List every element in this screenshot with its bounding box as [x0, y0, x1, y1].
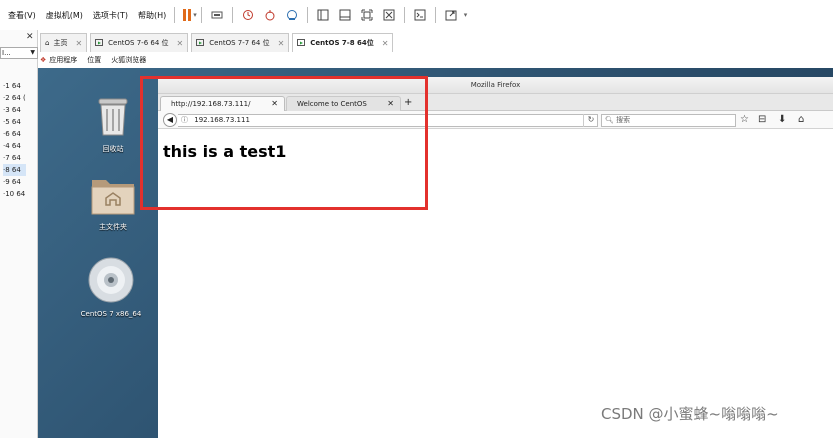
highlight-box: [140, 76, 428, 210]
vm-icon: [95, 38, 104, 46]
menu-applications[interactable]: 应用程序: [49, 55, 77, 65]
close-icon[interactable]: ✕: [177, 39, 184, 48]
disc-label: CentOS 7 x86_64: [80, 310, 142, 318]
chevron-down-icon[interactable]: ▾: [193, 11, 197, 19]
search-input[interactable]: 🔍︎ 搜索: [601, 114, 736, 127]
reload-button[interactable]: ↻: [583, 114, 598, 127]
gnome-top-menu: ❖ 应用程序 位置 火狐浏览器: [40, 53, 156, 67]
gnome-foot-icon: ❖: [40, 56, 47, 64]
toolbar-separator: [434, 7, 436, 23]
menu-firefox[interactable]: 火狐浏览器: [111, 55, 146, 65]
vm-icon: [196, 38, 205, 46]
home-folder-label: 主文件夹: [99, 223, 127, 231]
library-panel: ✕ I... ▼ ·1 64 ·2 64 ( ·3 64 ·5 64 ·6 64…: [0, 30, 38, 438]
tab-label: CentOS 7-8 64位: [310, 39, 374, 47]
toolbar-separator: [174, 7, 176, 23]
home-icon: ⌂: [45, 39, 50, 47]
send-keys-icon[interactable]: [211, 9, 223, 21]
chevron-down-icon[interactable]: ▾: [464, 11, 468, 19]
chevron-down-icon[interactable]: ▼: [30, 48, 35, 58]
snapshot-icon[interactable]: [242, 9, 254, 21]
list-item[interactable]: ·3 64: [3, 104, 26, 116]
trash-icon: [98, 98, 128, 136]
library-search-input[interactable]: I... ▼: [0, 47, 38, 59]
folder-icon: [91, 180, 135, 215]
bookmark-star-icon[interactable]: ☆: [740, 113, 749, 127]
vm-tab-bar: ⌂ 主页 ✕ CentOS 7-6 64 位 ✕ CentOS 7-7 64 位…: [40, 33, 396, 52]
library-search-value: I...: [2, 49, 11, 57]
close-icon[interactable]: ✕: [382, 39, 389, 48]
snapshot-manager-icon[interactable]: [286, 9, 298, 21]
tab-centos-7-8[interactable]: CentOS 7-8 64位 ✕: [292, 33, 394, 52]
list-item[interactable]: ·9 64: [3, 176, 26, 188]
unity-icon[interactable]: [383, 9, 395, 21]
thumbnail-bar-icon[interactable]: [339, 9, 351, 21]
tab-label: CentOS 7-7 64 位: [209, 39, 270, 47]
list-item[interactable]: ·7 64: [3, 152, 26, 164]
home-icon[interactable]: ⌂: [798, 113, 804, 127]
watermark: CSDN @小蜜蜂~嗡嗡嗡~: [601, 405, 779, 423]
library-list: ·1 64 ·2 64 ( ·3 64 ·5 64 ·6 64 ·4 64 ·7…: [3, 80, 26, 200]
search-icon: 🔍︎: [605, 116, 614, 124]
list-item[interactable]: ·10 64: [3, 188, 26, 200]
tab-centos-7-6[interactable]: CentOS 7-6 64 位 ✕: [90, 33, 189, 52]
disc-icon: [88, 257, 134, 303]
vmware-menubar: 查看(V) 虚拟机(M) 选项卡(T) 帮助(H) ▾ ▾: [0, 0, 833, 30]
close-icon[interactable]: ✕: [26, 32, 34, 42]
stretch-guest-icon[interactable]: [445, 9, 457, 21]
list-item[interactable]: ·5 64: [3, 116, 26, 128]
list-item[interactable]: ·4 64: [3, 140, 26, 152]
full-screen-icon[interactable]: [361, 9, 373, 21]
menu-view[interactable]: 查看(V): [8, 10, 36, 21]
menu-places[interactable]: 位置: [87, 55, 101, 65]
toolbar-separator: [306, 7, 308, 23]
pause-icon[interactable]: [183, 9, 192, 21]
list-item[interactable]: ·1 64: [3, 80, 26, 92]
menu-help[interactable]: 帮助(H): [138, 10, 166, 21]
downloads-icon[interactable]: ⬇: [778, 113, 786, 127]
toolbar-separator: [403, 7, 405, 23]
disc-desktop-item[interactable]: CentOS 7 x86_64: [71, 256, 151, 318]
bookmarks-menu-icon[interactable]: ⊟: [758, 113, 766, 127]
console-icon[interactable]: [414, 9, 426, 21]
close-icon[interactable]: ✕: [278, 39, 285, 48]
list-item[interactable]: ·8 64: [3, 164, 26, 176]
tab-centos-7-7[interactable]: CentOS 7-7 64 位 ✕: [191, 33, 290, 52]
show-library-icon[interactable]: [317, 9, 329, 21]
tab-label: CentOS 7-6 64 位: [108, 39, 169, 47]
tab-label: 主页: [53, 39, 68, 47]
tab-home[interactable]: ⌂ 主页 ✕: [40, 33, 88, 52]
toolbar-separator: [200, 7, 202, 23]
list-item[interactable]: ·6 64: [3, 128, 26, 140]
menu-tabs[interactable]: 选项卡(T): [93, 10, 128, 21]
search-placeholder: 搜索: [616, 116, 631, 124]
list-item[interactable]: ·2 64 (: [3, 92, 26, 104]
vm-icon: [297, 38, 306, 46]
close-icon[interactable]: ✕: [75, 39, 82, 48]
menu-vm[interactable]: 虚拟机(M): [46, 10, 83, 21]
toolbar-separator: [231, 7, 233, 23]
revert-snapshot-icon[interactable]: [264, 9, 276, 21]
